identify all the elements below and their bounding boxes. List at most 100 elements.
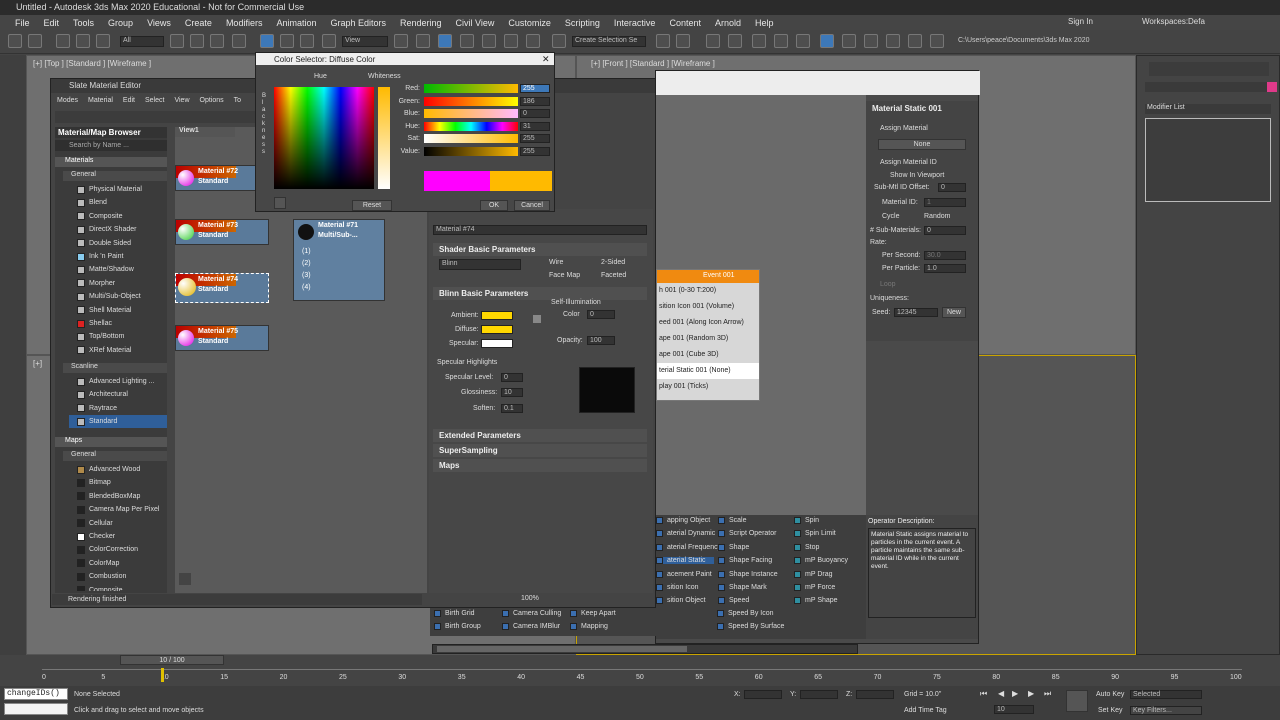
close-icon[interactable]: ✕ xyxy=(542,54,550,65)
material-item[interactable]: XRef Material xyxy=(69,344,131,357)
menu-customize[interactable]: Customize xyxy=(501,18,558,28)
undo-icon[interactable] xyxy=(8,34,22,48)
channel-slider[interactable] xyxy=(424,84,518,93)
menu-modifiers[interactable]: Modifiers xyxy=(219,18,270,28)
render-iterative-icon[interactable] xyxy=(908,34,922,48)
y-coord-field[interactable] xyxy=(800,690,838,699)
window-crossing-icon[interactable] xyxy=(232,34,246,48)
material-item[interactable]: Blend xyxy=(69,196,107,209)
per-particle-radio[interactable]: Per Particle: xyxy=(882,265,920,272)
scanline-item[interactable]: Standard xyxy=(69,415,167,429)
menu-graph-editors[interactable]: Graph Editors xyxy=(323,18,393,28)
redo-icon[interactable] xyxy=(28,34,42,48)
depot-speed-by-surface[interactable]: Speed By Surface xyxy=(717,623,784,630)
render-setup-icon[interactable] xyxy=(842,34,856,48)
channel-value-field[interactable]: 31 xyxy=(520,121,550,131)
material-item[interactable]: Multi/Sub-Object xyxy=(69,290,141,303)
depot-operator[interactable]: Stop xyxy=(794,543,819,551)
depot-operator[interactable]: Speed xyxy=(718,597,749,605)
placement-icon[interactable] xyxy=(322,34,336,48)
key-selection-dropdown[interactable]: Selected xyxy=(1130,690,1202,699)
color-selector-title-bar[interactable]: Color Selector: Diffuse Color xyxy=(256,53,554,65)
time-slider[interactable]: 10 / 100 xyxy=(120,655,224,665)
modifier-stack[interactable] xyxy=(1145,118,1271,202)
add-time-tag-button[interactable]: Add Time Tag xyxy=(904,707,947,714)
slate-menu-view[interactable]: View xyxy=(174,97,189,109)
unlink-icon[interactable] xyxy=(76,34,90,48)
rendered-frame-window-icon[interactable] xyxy=(864,34,878,48)
angle-snap-icon[interactable] xyxy=(482,34,496,48)
material-item[interactable]: Physical Material xyxy=(69,183,142,196)
ribbon-toggle-icon[interactable] xyxy=(752,34,766,48)
supersampling-rollout[interactable]: SuperSampling xyxy=(433,444,647,457)
menu-edit[interactable]: Edit xyxy=(37,18,67,28)
pivot-icon[interactable] xyxy=(394,34,408,48)
node-material-74[interactable]: Material #74 Standard xyxy=(175,273,269,303)
top-viewport-label[interactable]: [+] [Top ] [Standard ] [Wireframe ] xyxy=(33,59,151,68)
diffuse-swatch[interactable] xyxy=(481,325,513,334)
depot-operator[interactable]: aterial Dynamic xyxy=(656,530,715,538)
event-operator-row[interactable]: ape 001 (Cube 3D) xyxy=(657,347,759,363)
map-item[interactable]: Advanced Wood xyxy=(69,463,140,476)
map-item[interactable]: Camera Map Per Pixel xyxy=(69,503,159,516)
z-coord-field[interactable] xyxy=(856,690,894,699)
event-operator-row[interactable]: terial Static 001 (None) xyxy=(657,363,759,379)
menu-interactive[interactable]: Interactive xyxy=(607,18,663,28)
render-in-cloud-icon[interactable] xyxy=(930,34,944,48)
material-item[interactable]: DirectX Shader xyxy=(69,223,136,236)
eyedropper-icon[interactable] xyxy=(274,197,286,209)
node-71-slot-4[interactable]: (4) xyxy=(302,284,311,291)
soften-field[interactable]: 0.1 xyxy=(501,404,523,413)
maxscript-listener-input[interactable]: changeIDs() xyxy=(4,688,68,700)
snaps-toggle-icon[interactable] xyxy=(460,34,474,48)
whiteness-slider[interactable] xyxy=(378,87,390,189)
channel-value-field[interactable]: 0 xyxy=(520,109,550,119)
material-item[interactable]: Shell Material xyxy=(69,304,131,317)
depot-keep-apart[interactable]: Keep Apart xyxy=(570,610,616,617)
reset-button[interactable]: Reset xyxy=(352,200,392,211)
specular-swatch[interactable] xyxy=(481,339,513,348)
num-submaterials-field[interactable]: 0 xyxy=(924,226,966,235)
maps-general-group-header[interactable]: General xyxy=(63,451,167,461)
slate-menu-modes[interactable]: Modes xyxy=(57,97,78,109)
channel-slider[interactable] xyxy=(424,121,518,131)
percent-snap-icon[interactable] xyxy=(504,34,518,48)
depot-operator[interactable]: Script Operator xyxy=(718,530,776,538)
material-item[interactable]: Double Sided xyxy=(69,237,131,250)
channel-slider[interactable] xyxy=(424,147,518,156)
menu-create[interactable]: Create xyxy=(178,18,219,28)
channel-slider[interactable] xyxy=(424,109,518,119)
channel-value-field[interactable]: 186 xyxy=(520,96,550,106)
new-seed-button[interactable]: New xyxy=(942,307,966,318)
self-illum-value[interactable]: 0 xyxy=(587,310,615,319)
depot-operator[interactable]: Spin xyxy=(794,517,819,524)
event-operator-row[interactable]: h 001 (0-30 T:200) xyxy=(657,283,759,299)
self-illum-color-checkbox[interactable]: Color xyxy=(563,311,580,318)
assign-material-none-button[interactable]: None xyxy=(878,139,966,150)
map-item[interactable]: ColorMap xyxy=(69,557,119,570)
menu-tools[interactable]: Tools xyxy=(66,18,101,28)
object-name-field[interactable] xyxy=(1145,82,1271,92)
link-icon[interactable] xyxy=(56,34,70,48)
channel-slider[interactable] xyxy=(424,96,518,106)
timeline-ruler[interactable]: 0 5 10 15 20 25 30 35 40 45 50 55 60 65 70 75 80 85 90 95 10… xyxy=(42,668,1242,683)
node-71-slot-1[interactable]: (1) xyxy=(302,248,311,255)
node-71-slot-3[interactable]: (3) xyxy=(302,272,311,279)
named-selection-set-dropdown[interactable]: Create Selection Se xyxy=(572,36,646,47)
node-multisub-71[interactable]: Material #71 Multi/Sub-... (1) (2) (3) (… xyxy=(293,219,385,301)
material-id-radio[interactable]: Material ID: xyxy=(882,199,918,206)
loop-checkbox[interactable]: Loop xyxy=(880,281,896,288)
material-item[interactable]: Shellac xyxy=(69,317,112,330)
material-id-field[interactable]: 1 xyxy=(924,198,966,207)
hue-blackness-picker[interactable] xyxy=(274,87,374,189)
material-item[interactable]: Top/Bottom xyxy=(69,330,124,343)
maps-group-header[interactable]: Maps xyxy=(55,437,167,447)
reference-coord-dropdown[interactable]: View xyxy=(342,36,388,47)
keyboard-shortcut-override-icon[interactable] xyxy=(438,34,452,48)
glossiness-field[interactable]: 10 xyxy=(501,388,523,397)
material-name-field[interactable]: Material #74 xyxy=(433,225,647,235)
object-color-swatch[interactable] xyxy=(1267,82,1277,92)
channel-value-field[interactable]: 255 xyxy=(520,84,550,93)
menu-rendering[interactable]: Rendering xyxy=(393,18,449,28)
depot-operator[interactable]: mP Drag xyxy=(794,570,833,578)
